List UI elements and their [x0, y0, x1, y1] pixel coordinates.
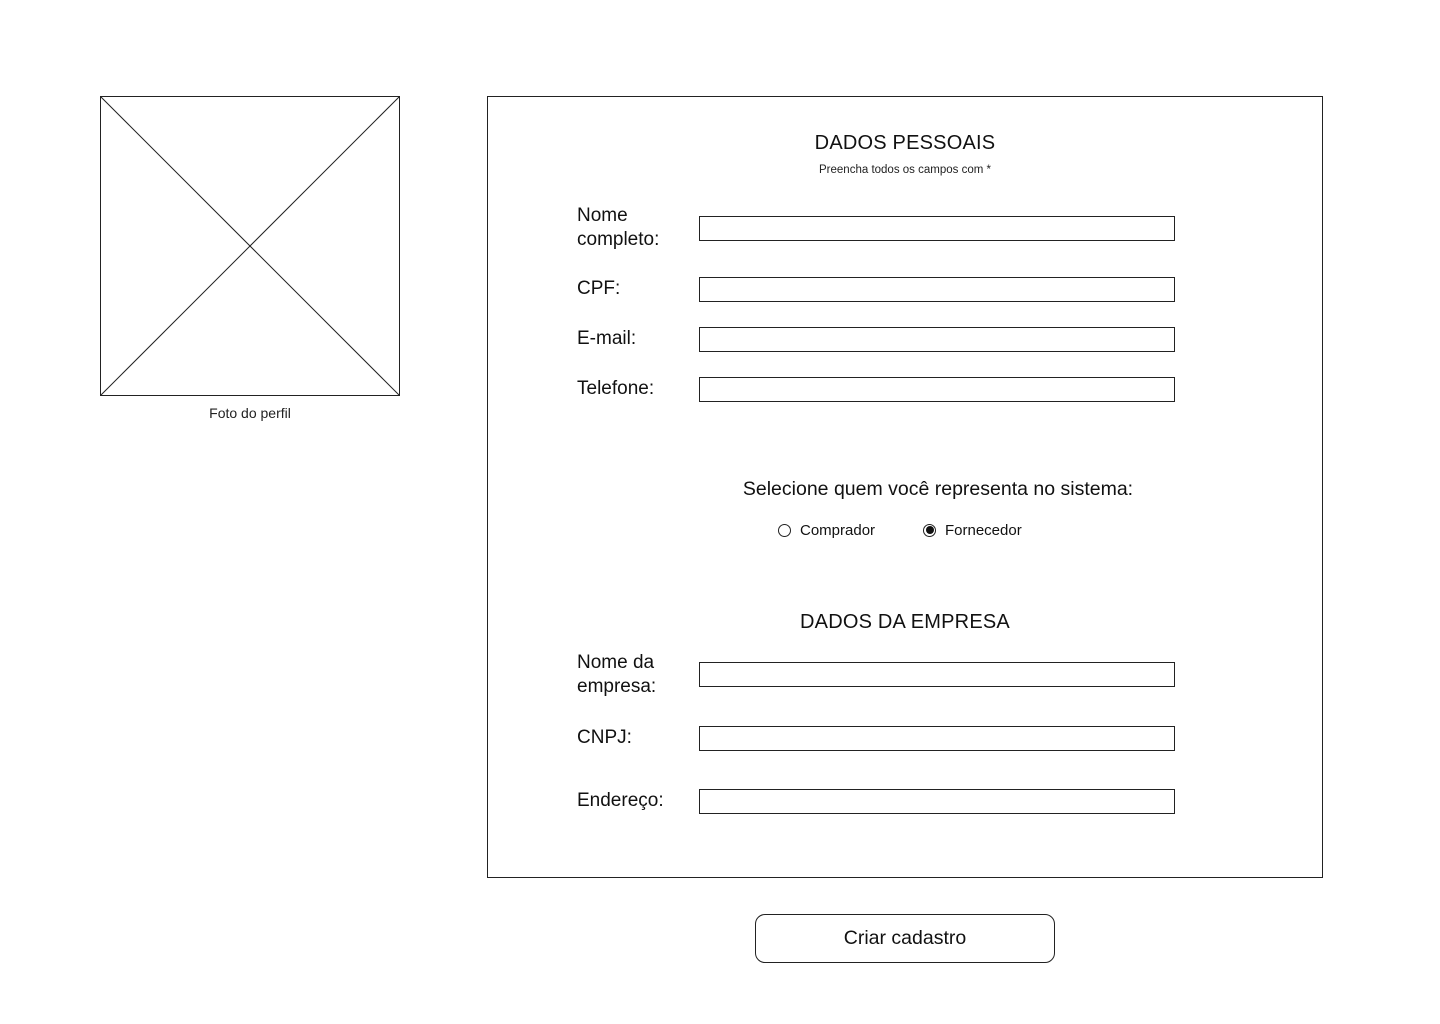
phone-input[interactable]: [699, 377, 1175, 402]
personal-data-title: DADOS PESSOAIS: [814, 132, 996, 154]
role-question: Selecione quem você representa no sistem…: [742, 478, 1134, 500]
company-name-label: Nome da empresa:: [577, 652, 657, 697]
email-input[interactable]: [699, 327, 1175, 352]
company-name-input[interactable]: [699, 662, 1175, 687]
registration-form: DADOS PESSOAIS Preencha todos os campos …: [487, 96, 1323, 878]
radio-comprador-label: Comprador: [800, 521, 876, 539]
radio-unchecked-icon[interactable]: [778, 523, 791, 537]
cnpj-label: CNPJ:: [577, 727, 632, 748]
radio-checked-icon[interactable]: [923, 523, 936, 537]
personal-data-subtitle: Preencha todos os campos com *: [819, 164, 991, 176]
phone-label: Telefone:: [577, 378, 655, 399]
email-label: E-mail:: [577, 328, 637, 349]
radio-fornecedor[interactable]: Fornecedor: [923, 521, 1022, 539]
cpf-input[interactable]: [699, 277, 1175, 302]
cpf-label: CPF:: [577, 278, 621, 299]
address-input[interactable]: [699, 789, 1175, 814]
image-placeholder-icon: [101, 97, 399, 395]
profile-photo-caption: Foto do perfil: [209, 405, 291, 421]
create-account-button[interactable]: Criar cadastro: [755, 914, 1055, 963]
address-label: Endereço:: [577, 790, 664, 811]
full-name-label: Nome completo:: [577, 205, 660, 250]
radio-comprador[interactable]: Comprador: [778, 521, 875, 539]
cnpj-input[interactable]: [699, 726, 1175, 751]
profile-photo-placeholder[interactable]: [100, 96, 400, 396]
company-data-title: DADOS DA EMPRESA: [800, 611, 1010, 633]
radio-fornecedor-label: Fornecedor: [945, 521, 1022, 539]
full-name-input[interactable]: [699, 216, 1175, 241]
